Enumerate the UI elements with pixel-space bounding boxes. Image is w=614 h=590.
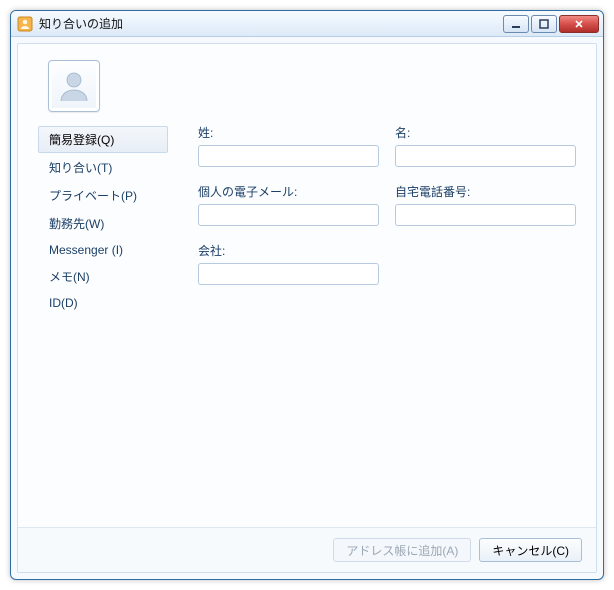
home-phone-label: 自宅電話番号:: [395, 183, 576, 200]
form-area: 姓: 名: 個人の電子メール: 自宅電話番号: 会社:: [168, 122, 576, 517]
first-name-label: 名:: [395, 124, 576, 141]
nav-label: 簡易登録(Q): [49, 133, 114, 147]
add-contact-window: 知り合いの追加: [10, 10, 604, 580]
client-area: 簡易登録(Q) 知り合い(T) プライベート(P) 勤務先(W) Messeng…: [17, 43, 597, 573]
nav-label: ID(D): [49, 296, 78, 310]
last-name-label: 姓:: [198, 124, 379, 141]
email-label: 個人の電子メール:: [198, 183, 379, 200]
company-input[interactable]: [198, 263, 379, 285]
email-input[interactable]: [198, 204, 379, 226]
contact-avatar[interactable]: [48, 60, 100, 112]
nav-id[interactable]: ID(D): [38, 291, 168, 315]
nav-label: プライベート(P): [49, 189, 137, 203]
avatar-row: [18, 44, 596, 122]
company-label: 会社:: [198, 242, 379, 259]
nav-memo[interactable]: メモ(N): [38, 263, 168, 290]
nav-contact[interactable]: 知り合い(T): [38, 154, 168, 181]
sidebar-nav: 簡易登録(Q) 知り合い(T) プライベート(P) 勤務先(W) Messeng…: [38, 122, 168, 517]
nav-messenger[interactable]: Messenger (I): [38, 238, 168, 262]
nav-quick-register[interactable]: 簡易登録(Q): [38, 126, 168, 153]
close-button[interactable]: [559, 15, 599, 33]
last-name-input[interactable]: [198, 145, 379, 167]
add-to-addressbook-button[interactable]: アドレス帳に追加(A): [333, 538, 471, 562]
content: 簡易登録(Q) 知り合い(T) プライベート(P) 勤務先(W) Messeng…: [18, 44, 596, 527]
nav-label: Messenger (I): [49, 243, 123, 257]
home-phone-input[interactable]: [395, 204, 576, 226]
minimize-button[interactable]: [503, 15, 529, 33]
nav-label: 知り合い(T): [49, 161, 112, 175]
first-name-input[interactable]: [395, 145, 576, 167]
nav-label: メモ(N): [49, 270, 90, 284]
maximize-button[interactable]: [531, 15, 557, 33]
app-icon: [17, 16, 33, 32]
nav-private[interactable]: プライベート(P): [38, 182, 168, 209]
nav-label: 勤務先(W): [49, 217, 104, 231]
window-title: 知り合いの追加: [39, 15, 503, 32]
dialog-footer: アドレス帳に追加(A) キャンセル(C): [18, 527, 596, 572]
titlebar: 知り合いの追加: [11, 11, 603, 37]
main-area: 簡易登録(Q) 知り合い(T) プライベート(P) 勤務先(W) Messeng…: [18, 122, 596, 527]
cancel-button[interactable]: キャンセル(C): [479, 538, 582, 562]
nav-work[interactable]: 勤務先(W): [38, 210, 168, 237]
window-controls: [503, 15, 599, 33]
